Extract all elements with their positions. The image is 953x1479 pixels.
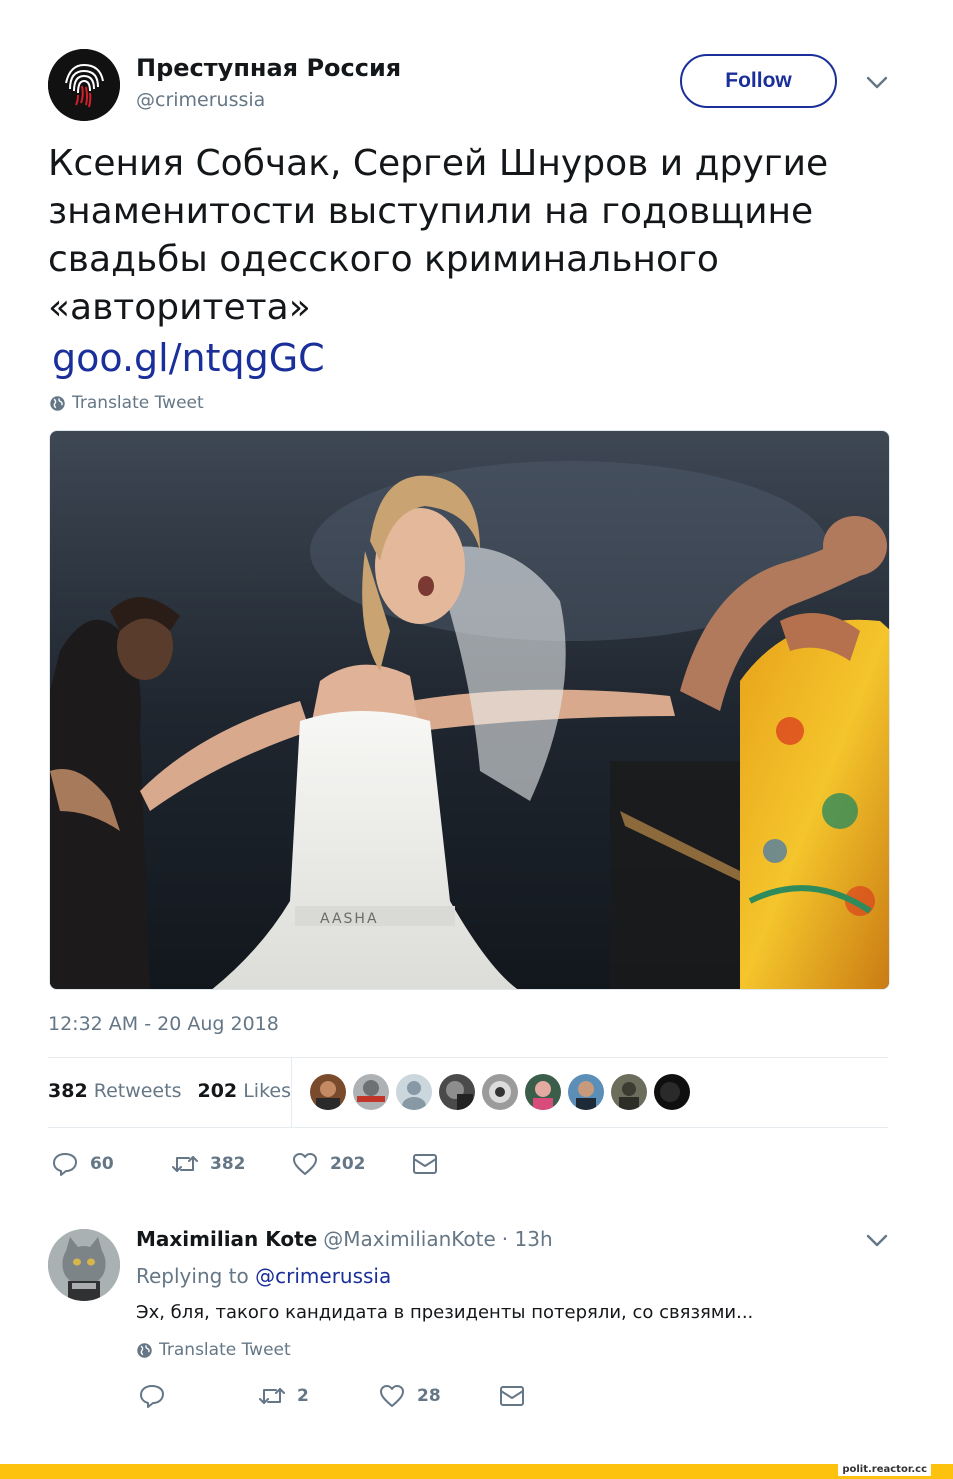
translate-tweet-link[interactable]: Translate Tweet — [49, 393, 204, 413]
retweets-label: Retweets — [93, 1080, 182, 1102]
tweet-link[interactable]: goo.gl/ntqgGC — [52, 334, 325, 382]
reply-author-name[interactable]: Maximilian Kote — [136, 1227, 317, 1251]
tweet-text: Ксения Собчак, Сергей Шнуров и другие зн… — [48, 143, 829, 328]
divider — [48, 1127, 888, 1128]
envelope-icon — [500, 1386, 524, 1406]
liker-avatar[interactable] — [439, 1074, 475, 1110]
replying-to-handle[interactable]: @crimerussia — [255, 1264, 391, 1288]
dress-belt-label: AASHA — [320, 911, 379, 927]
reply-text: Эх, бля, такого кандидата в президенты п… — [136, 1302, 754, 1323]
reply-action[interactable]: 60 — [52, 1151, 172, 1177]
globe-icon — [50, 395, 65, 411]
heart-icon — [293, 1153, 317, 1175]
liker-avatar[interactable] — [525, 1074, 561, 1110]
likes-label: Likes — [243, 1080, 291, 1102]
retweet-count: 382 — [210, 1154, 246, 1174]
author-handle[interactable]: @crimerussia — [136, 89, 265, 111]
reply-author-handle[interactable]: @MaximilianKote — [323, 1227, 496, 1251]
liker-avatar[interactable] — [611, 1074, 647, 1110]
message-action[interactable] — [499, 1383, 525, 1409]
retweet-count: 2 — [297, 1386, 309, 1406]
like-action[interactable]: 202 — [292, 1151, 412, 1177]
reply-actions: 2 28 — [139, 1383, 525, 1409]
liker-avatar[interactable] — [396, 1074, 432, 1110]
message-action[interactable] — [412, 1151, 438, 1177]
retweets-count: 382 — [48, 1080, 88, 1102]
likes-count: 202 — [197, 1080, 238, 1102]
reply-author-avatar[interactable] — [48, 1229, 120, 1301]
reply-translate-link[interactable]: Translate Tweet — [136, 1340, 291, 1360]
author-avatar[interactable] — [48, 49, 120, 121]
retweet-action[interactable]: 382 — [172, 1151, 292, 1177]
like-count: 28 — [417, 1386, 441, 1406]
reply-time[interactable]: · 13h — [502, 1227, 553, 1251]
tweet-stats: 382 Retweets 202 Likes — [48, 1080, 291, 1102]
follow-button[interactable]: Follow — [680, 54, 837, 108]
retweets-stat[interactable]: 382 Retweets — [48, 1080, 181, 1102]
stats-divider — [291, 1058, 292, 1128]
site-watermark: polit.reactor.cc — [838, 1463, 931, 1476]
retweet-icon — [172, 1156, 198, 1172]
retweet-action[interactable]: 2 — [259, 1383, 379, 1409]
tweet-actions: 60 382 202 — [52, 1151, 438, 1177]
reply-count: 60 — [90, 1154, 114, 1174]
liker-avatar[interactable] — [482, 1074, 518, 1110]
fingerprint-icon — [48, 49, 120, 121]
reply-header: Maximilian Kote @MaximilianKote · 13h — [136, 1227, 553, 1251]
divider — [48, 1057, 888, 1058]
author-name[interactable]: Преступная Россия — [136, 54, 401, 82]
chevron-down-icon[interactable] — [866, 1234, 888, 1248]
liker-avatars — [310, 1074, 690, 1110]
heart-icon — [380, 1385, 404, 1407]
tweet-media-photo[interactable]: AASHA — [49, 430, 890, 990]
like-count: 202 — [330, 1154, 366, 1174]
liker-avatar[interactable] — [353, 1074, 389, 1110]
retweet-icon — [259, 1388, 285, 1404]
reply-icon — [53, 1153, 77, 1176]
envelope-icon — [413, 1154, 437, 1174]
like-action[interactable]: 28 — [379, 1383, 499, 1409]
globe-icon — [137, 1342, 152, 1358]
footer-bar — [0, 1464, 953, 1479]
chevron-down-icon[interactable] — [866, 76, 888, 90]
reply-action[interactable] — [139, 1383, 259, 1409]
liker-avatar[interactable] — [568, 1074, 604, 1110]
concert-photo: AASHA — [50, 431, 889, 989]
likes-stat[interactable]: 202 Likes — [197, 1080, 291, 1102]
reply-icon — [140, 1385, 164, 1408]
tweet-timestamp[interactable]: 12:32 AM - 20 Aug 2018 — [48, 1013, 279, 1035]
liker-avatar[interactable] — [310, 1074, 346, 1110]
liker-avatar[interactable] — [654, 1074, 690, 1110]
replying-prefix: Replying to — [136, 1264, 249, 1288]
replying-to: Replying to @crimerussia — [136, 1264, 391, 1288]
translate-label: Translate Tweet — [159, 1340, 291, 1360]
cat-avatar-image — [48, 1229, 120, 1301]
translate-label: Translate Tweet — [72, 393, 204, 413]
